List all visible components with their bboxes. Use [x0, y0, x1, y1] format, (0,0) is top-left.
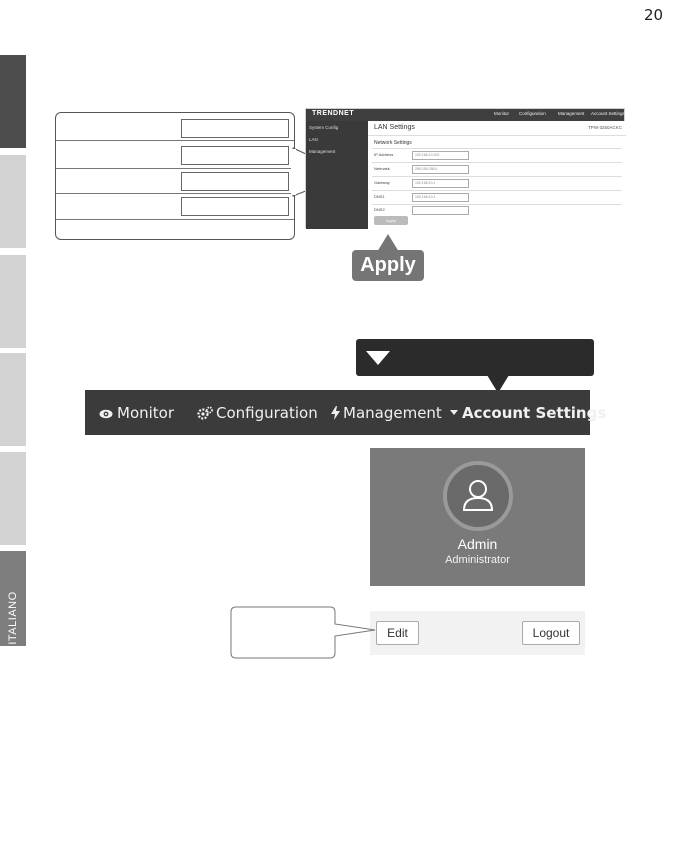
lan-settings-screenshot: TRENDNET Monitor Configuration Managemen…: [305, 108, 626, 229]
caret-down-icon: [450, 410, 458, 415]
divider: [372, 162, 622, 163]
nav-monitor-label: Monitor: [117, 404, 175, 422]
web-sidebar: System Config LAN Management: [306, 121, 368, 229]
web-nav-monitor[interactable]: Monitor: [494, 111, 509, 116]
web-apply-button[interactable]: Apply: [374, 216, 408, 225]
web-model: TPW-3250ACKC: [588, 125, 622, 130]
nav-bar: Monitor Configuration Management Account…: [85, 390, 606, 435]
dropdown-callout: [356, 339, 594, 376]
nav-configuration-label: Configuration: [216, 404, 318, 422]
dns-field[interactable]: [181, 197, 289, 216]
nav-management[interactable]: Management: [331, 390, 442, 435]
divider: [372, 190, 622, 191]
language-tab-label: ITALIANO: [7, 591, 19, 645]
web-dns1-input[interactable]: 192.168.10.1: [412, 193, 469, 202]
language-tab-italiano[interactable]: ITALIANO: [0, 551, 26, 646]
divider: [56, 168, 294, 169]
admin-role: Administrator: [445, 554, 510, 566]
eye-icon: [99, 409, 113, 419]
account-actions-bar: Edit Logout: [370, 611, 585, 655]
divider: [372, 204, 622, 205]
apply-badge: Apply: [352, 250, 424, 281]
divider: [372, 176, 622, 177]
web-nav-management[interactable]: Management: [558, 111, 584, 116]
trendnet-logo: TRENDNET: [312, 110, 355, 117]
edit-button[interactable]: Edit: [376, 621, 419, 645]
web-main: LAN Settings TPW-3250ACKC Network Settin…: [368, 121, 626, 229]
web-field-label: DNS2: [374, 207, 385, 212]
web-page-title: LAN Settings: [374, 124, 415, 131]
web-field-label: Gateway: [374, 180, 390, 185]
bolt-icon: [331, 406, 340, 420]
nav-configuration[interactable]: Configuration: [197, 390, 318, 435]
language-tab-3[interactable]: [0, 255, 26, 348]
web-dns2-input[interactable]: [412, 206, 469, 215]
language-tab-4[interactable]: [0, 353, 26, 446]
web-section-title: Network Settings: [374, 140, 412, 146]
page-number: 20: [644, 6, 664, 24]
divider: [368, 135, 626, 136]
ip-address-field[interactable]: [181, 119, 289, 138]
web-nav-configuration[interactable]: Configuration: [519, 111, 546, 116]
web-netmask-input[interactable]: 255.255.255.0: [412, 165, 469, 174]
web-sidebar-item[interactable]: LAN: [309, 137, 318, 142]
web-ip-input[interactable]: 192.168.10.100: [412, 151, 469, 160]
web-gateway-input[interactable]: 192.168.10.1: [412, 179, 469, 188]
web-field-label: DNS1: [374, 194, 385, 199]
nav-management-label: Management: [343, 404, 442, 422]
nav-monitor[interactable]: Monitor: [99, 390, 174, 435]
nav-account-settings[interactable]: Account Settings: [450, 390, 606, 435]
web-field-label: Netmask: [374, 166, 390, 171]
admin-name: Admin: [457, 536, 498, 552]
network-settings-callout: [55, 112, 295, 240]
divider: [56, 219, 294, 220]
language-tab-5[interactable]: [0, 452, 26, 545]
gateway-field[interactable]: [181, 172, 289, 191]
web-nav-account[interactable]: Account Settings: [591, 111, 625, 116]
divider: [56, 140, 294, 141]
language-tab-2[interactable]: [0, 155, 26, 248]
web-topbar: TRENDNET Monitor Configuration Managemen…: [306, 109, 625, 121]
nav-account-settings-label: Account Settings: [462, 404, 607, 422]
divider: [56, 193, 294, 194]
web-sidebar-item[interactable]: System Config: [309, 125, 338, 130]
user-icon: [462, 480, 494, 511]
divider: [372, 148, 622, 149]
language-tab-1[interactable]: [0, 55, 26, 148]
web-field-label: IP Address: [374, 152, 394, 157]
logout-button[interactable]: Logout: [522, 621, 580, 645]
gears-icon: [197, 406, 213, 420]
admin-profile-card: Admin Administrator: [370, 448, 585, 586]
web-sidebar-item[interactable]: Management: [309, 149, 335, 154]
edit-callout-bubble: [230, 606, 376, 659]
netmask-field[interactable]: [181, 146, 289, 165]
triangle-down-icon: [366, 351, 390, 365]
avatar: [443, 461, 513, 531]
